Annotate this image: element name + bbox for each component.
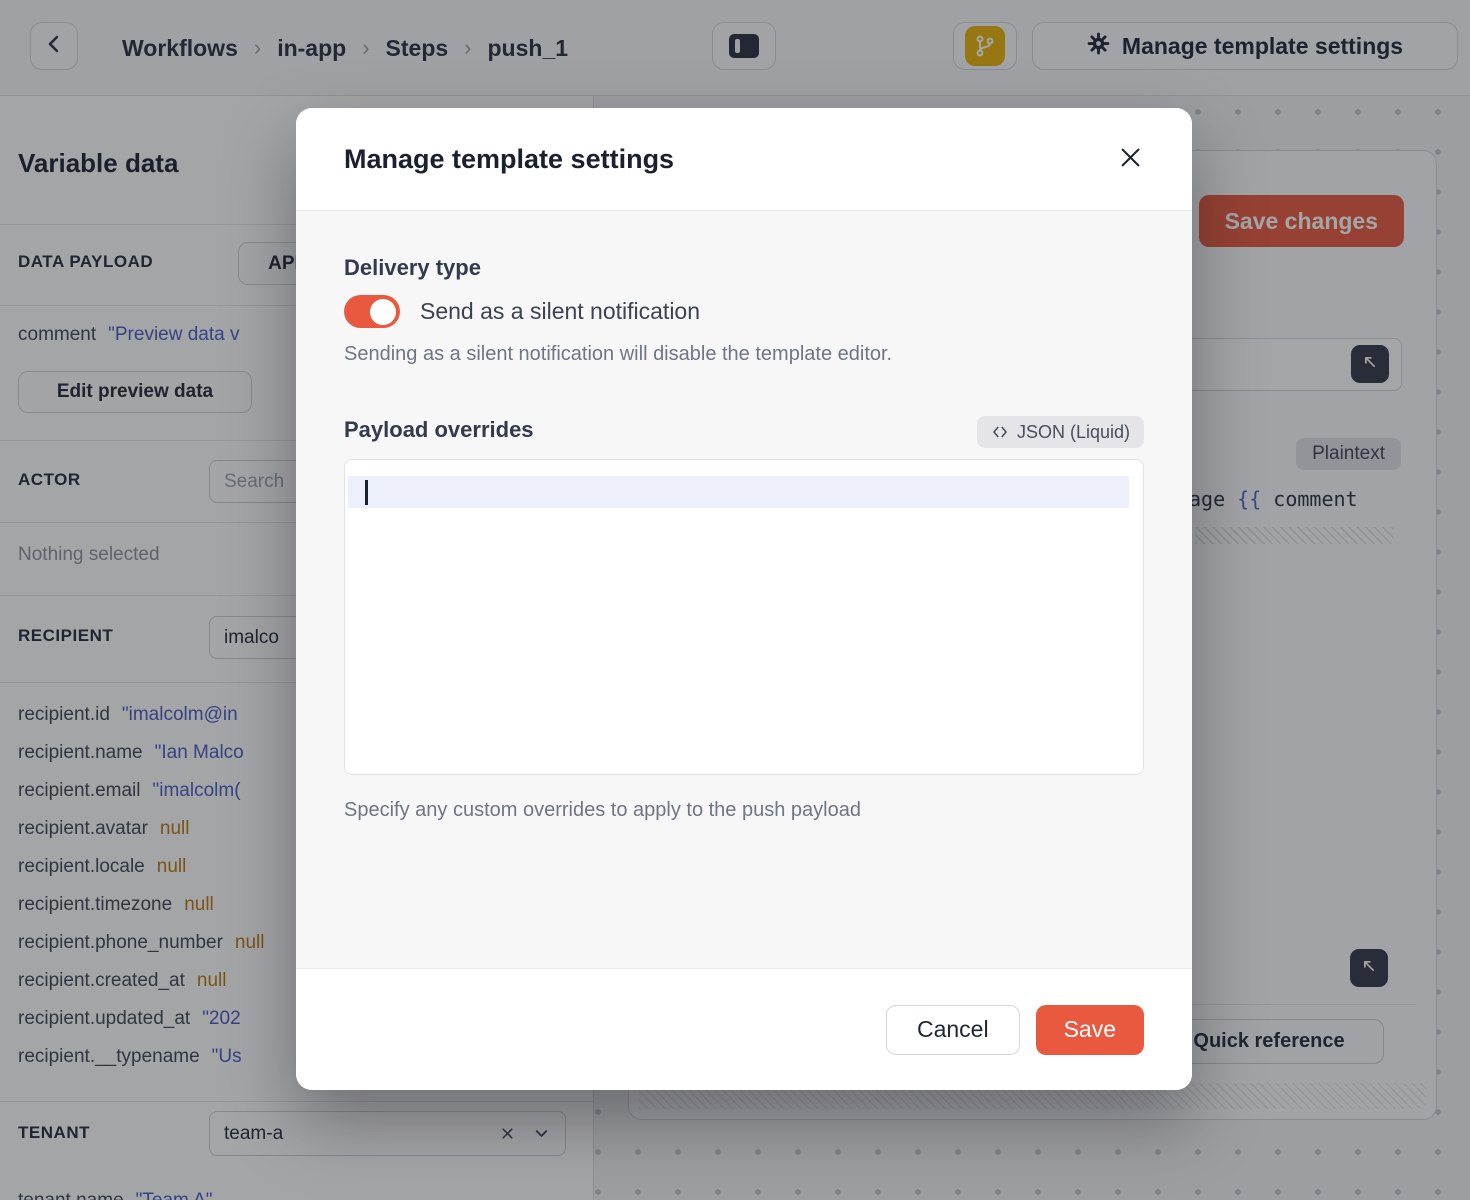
payload-overrides-editor[interactable] <box>344 459 1144 775</box>
delivery-helper-text: Sending as a silent notification will di… <box>344 343 892 366</box>
app: Workflows › in-app › Steps › push_1 Mana… <box>0 0 1470 1200</box>
text-cursor <box>365 480 368 505</box>
modal-title: Manage template settings <box>344 144 1112 175</box>
delivery-toggle-row: Send as a silent notification <box>344 295 700 328</box>
modal-footer: Cancel Save <box>296 968 1192 1090</box>
cancel-button[interactable]: Cancel <box>886 1005 1020 1055</box>
close-button[interactable] <box>1112 141 1148 177</box>
close-icon <box>1117 144 1144 174</box>
delivery-type-heading: Delivery type <box>344 255 481 281</box>
editor-active-line <box>348 476 1129 508</box>
toggle-label: Send as a silent notification <box>420 298 700 325</box>
code-icon <box>991 423 1009 441</box>
payload-overrides-heading: Payload overrides <box>344 417 534 443</box>
toggle-knob <box>370 299 396 325</box>
json-liquid-badge-label: JSON (Liquid) <box>1017 422 1130 443</box>
modal-header: Manage template settings <box>296 108 1192 210</box>
silent-notification-toggle[interactable] <box>344 295 400 328</box>
modal-body: Delivery type Send as a silent notificat… <box>296 210 1192 956</box>
manage-template-settings-modal: Manage template settings Delivery type S… <box>296 108 1192 1090</box>
payload-helper-text: Specify any custom overrides to apply to… <box>344 799 861 822</box>
save-button[interactable]: Save <box>1036 1005 1144 1055</box>
json-liquid-badge: JSON (Liquid) <box>977 416 1144 448</box>
